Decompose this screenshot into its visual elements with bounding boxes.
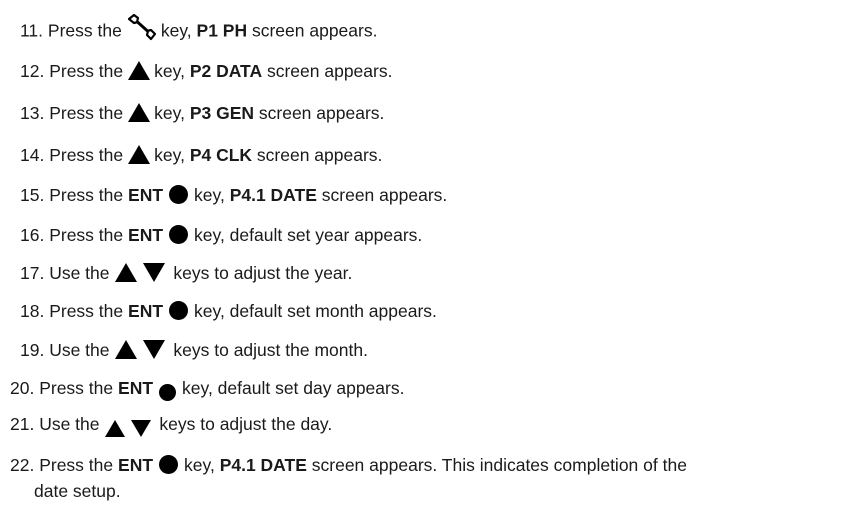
wrench-icon — [125, 13, 157, 41]
step-11: 11. Press the key, P1 PH screen appears. — [20, 13, 378, 46]
step-text: key, — [154, 61, 185, 81]
step-18: 18. Press the ENT key, default set month … — [20, 300, 437, 322]
enter-dot-icon — [159, 454, 179, 474]
screen-name: P2 DATA — [189, 61, 263, 81]
step-text: Use the — [39, 414, 100, 434]
step-text: Press the — [49, 145, 124, 165]
step-number: 13. — [20, 103, 45, 123]
step-number: 12. — [20, 61, 45, 81]
step-number: 15. — [20, 185, 45, 205]
step-text: keys to adjust the year. — [173, 263, 353, 283]
screen-name: P3 GEN — [189, 103, 255, 123]
step-12: 12. Press the key, P2 DATA screen appears… — [20, 60, 393, 82]
step-text: key, default set year appears. — [194, 225, 423, 245]
down-triangle-icon — [142, 339, 165, 359]
step-text: Press the — [49, 225, 124, 245]
step-number: 16. — [20, 225, 45, 245]
step-text: date setup. — [34, 481, 121, 501]
step-19: 19. Use the keys to adjust the month. — [20, 339, 368, 361]
up-triangle-icon — [128, 102, 151, 122]
step-text: screen appears. — [251, 20, 378, 41]
step-text: key, — [160, 20, 192, 41]
down-triangle-icon — [130, 419, 151, 437]
step-text: key, — [154, 103, 185, 123]
up-triangle-icon — [114, 262, 137, 282]
step-text: Press the — [49, 61, 124, 81]
step-text: key, — [184, 455, 215, 475]
step-number: 19. — [20, 340, 45, 360]
key-label: ENT — [118, 455, 154, 475]
step-text: screen appears. This indicates completio… — [311, 455, 687, 475]
step-number: 18. — [20, 301, 45, 321]
step-number: 22. — [10, 455, 35, 475]
key-label: ENT — [128, 301, 164, 321]
step-number: 14. — [20, 145, 45, 165]
step-14: 14. Press the key, P4 CLK screen appears. — [20, 144, 383, 166]
step-number: 20. — [10, 378, 35, 398]
step-13: 13. Press the key, P3 GEN screen appears. — [20, 102, 385, 124]
up-triangle-icon — [104, 419, 125, 437]
step-text: screen appears. — [258, 103, 385, 123]
enter-dot-icon — [169, 300, 189, 320]
step-text: Use the — [49, 340, 110, 360]
step-text: keys to adjust the day. — [159, 414, 333, 434]
step-17: 17. Use the keys to adjust the year. — [20, 262, 353, 284]
step-text: Press the — [39, 455, 114, 475]
step-text: key, default set month appears. — [194, 301, 437, 321]
step-22: 22. Press the ENT key, P4.1 DATE screen a… — [10, 454, 687, 476]
step-text: Press the — [39, 378, 114, 398]
step-text: Press the — [47, 20, 122, 41]
down-triangle-icon — [142, 262, 165, 282]
enter-dot-icon — [159, 383, 177, 401]
step-text: screen appears. — [256, 145, 383, 165]
up-triangle-icon — [128, 60, 151, 80]
step-text: Press the — [49, 185, 124, 205]
step-20: 20. Press the ENT key, default set day ap… — [10, 378, 405, 401]
enter-dot-icon — [169, 184, 189, 204]
screen-name: P4 CLK — [189, 145, 253, 165]
step-number: 21. — [10, 414, 35, 434]
step-text: screen appears. — [321, 185, 448, 205]
step-text: keys to adjust the month. — [173, 340, 368, 360]
screen-name: P4.1 DATE — [229, 185, 317, 205]
step-text: Use the — [49, 263, 110, 283]
step-text: key, default set day appears. — [182, 378, 405, 398]
step-text: key, — [194, 185, 225, 205]
key-label: ENT — [128, 225, 164, 245]
step-number: 11. — [20, 20, 44, 41]
key-label: ENT — [118, 378, 154, 398]
step-number: 17. — [20, 263, 45, 283]
enter-dot-icon — [169, 224, 189, 244]
screen-name: P4.1 DATE — [219, 455, 307, 475]
step-text: Press the — [49, 103, 124, 123]
up-triangle-icon — [114, 339, 137, 359]
step-22-continuation: date setup. — [34, 481, 121, 501]
screen-name: P1 PH — [196, 20, 248, 41]
step-16: 16. Press the ENT key, default set year a… — [20, 224, 423, 246]
step-15: 15. Press the ENT key, P4.1 DATE screen a… — [20, 184, 448, 206]
step-text: screen appears. — [266, 61, 393, 81]
step-text: key, — [154, 145, 185, 165]
key-label: ENT — [128, 185, 164, 205]
step-21: 21. Use the keys to adjust the day. — [10, 414, 333, 437]
step-text: Press the — [49, 301, 124, 321]
up-triangle-icon — [128, 144, 151, 164]
